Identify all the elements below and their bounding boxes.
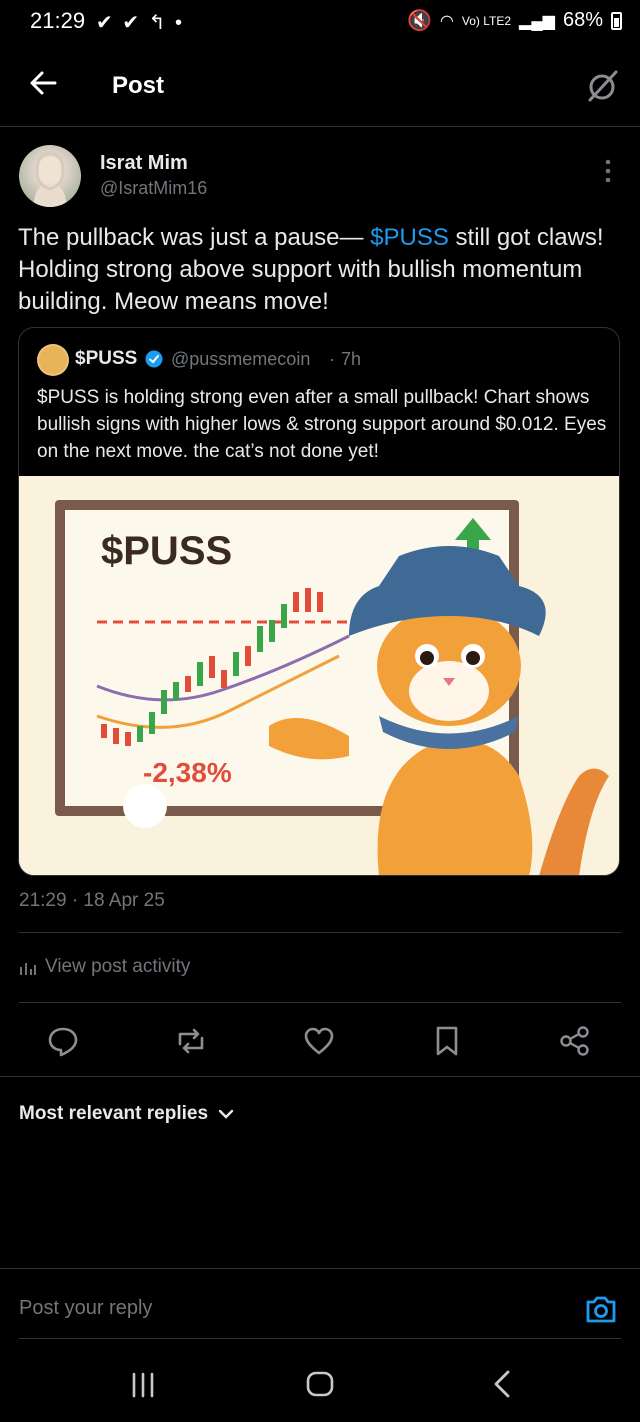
system-back-icon[interactable]: [488, 1368, 516, 1400]
quote-avatar[interactable]: [37, 344, 69, 376]
quote-media-image[interactable]: $PUSS -2,38%: [19, 476, 619, 875]
verified-badge-icon: [145, 350, 163, 368]
puss-cat-chart-illustration: $PUSS -2,38%: [19, 476, 619, 875]
header-divider: [0, 126, 640, 127]
avatar-illustration: [33, 152, 67, 207]
quote-text: $PUSS is holding strong even after a sma…: [37, 387, 607, 462]
replies-sort-label: Most relevant replies: [19, 1103, 209, 1124]
grok-icon[interactable]: [584, 68, 620, 104]
battery-label: 68%: [562, 9, 603, 31]
network-label: Vo) LTE2: [461, 13, 512, 28]
quote-separator: ·: [329, 349, 335, 369]
quote-time: 7h: [341, 349, 362, 369]
share-icon[interactable]: [558, 1024, 592, 1058]
chevron-down-icon: [218, 1109, 234, 1119]
more-options-icon[interactable]: [598, 158, 618, 184]
activity-divider: [19, 1002, 621, 1003]
wifi-icon: ◠: [439, 12, 454, 30]
status-time: 21:29: [30, 8, 86, 33]
price-change-label: -2,38%: [143, 757, 232, 788]
post-text: The pullback was just a pause— $PUSS sti…: [18, 222, 624, 318]
recent-apps-icon[interactable]: [128, 1370, 158, 1400]
cashtag-link[interactable]: $PUSS: [370, 224, 449, 251]
back-arrow-icon[interactable]: [28, 68, 58, 98]
post-text-start: The pullback was just a pause—: [18, 224, 371, 251]
home-icon[interactable]: [304, 1368, 336, 1400]
camera-icon[interactable]: [584, 1292, 618, 1326]
analytics-icon: [20, 963, 36, 975]
composer-top-divider: [0, 1268, 640, 1269]
author-name[interactable]: Israt Mim: [100, 152, 188, 175]
battery-icon: [611, 11, 622, 30]
quote-author-handle[interactable]: @pussmemecoin: [171, 349, 310, 370]
view-post-activity-label: View post activity: [45, 956, 191, 977]
quote-author-name[interactable]: $PUSS: [75, 348, 137, 370]
repost-icon[interactable]: [174, 1024, 208, 1058]
view-post-activity[interactable]: View post activity: [19, 956, 190, 978]
replies-sort-dropdown[interactable]: Most relevant replies: [19, 1103, 234, 1125]
author-avatar[interactable]: [19, 145, 81, 207]
status-right-group: 🔇 ◠ Vo) LTE2 ▂▄▆ 68%: [407, 8, 622, 33]
reply-input[interactable]: Post your reply: [19, 1297, 152, 1320]
post-timestamp: 21:29 · 18 Apr 25: [19, 890, 165, 911]
mute-icon: 🔇: [407, 10, 432, 32]
signal-icon: ▂▄▆: [519, 12, 555, 30]
status-notification-icons: ✔ ✔ ↰ •: [96, 12, 184, 34]
page-title: Post: [112, 72, 165, 99]
like-icon[interactable]: [302, 1024, 336, 1058]
bookmark-icon[interactable]: [430, 1024, 464, 1058]
reply-icon[interactable]: [46, 1024, 80, 1058]
timestamp-divider: [19, 932, 621, 933]
actions-divider: [0, 1076, 640, 1077]
composer-bottom-divider: [19, 1338, 621, 1339]
quoted-post-card[interactable]: $PUSS @pussmemecoin · 7h $PUSS is holdin…: [18, 327, 620, 876]
board-title: $PUSS: [101, 529, 232, 573]
author-handle[interactable]: @IsratMim16: [100, 178, 207, 199]
